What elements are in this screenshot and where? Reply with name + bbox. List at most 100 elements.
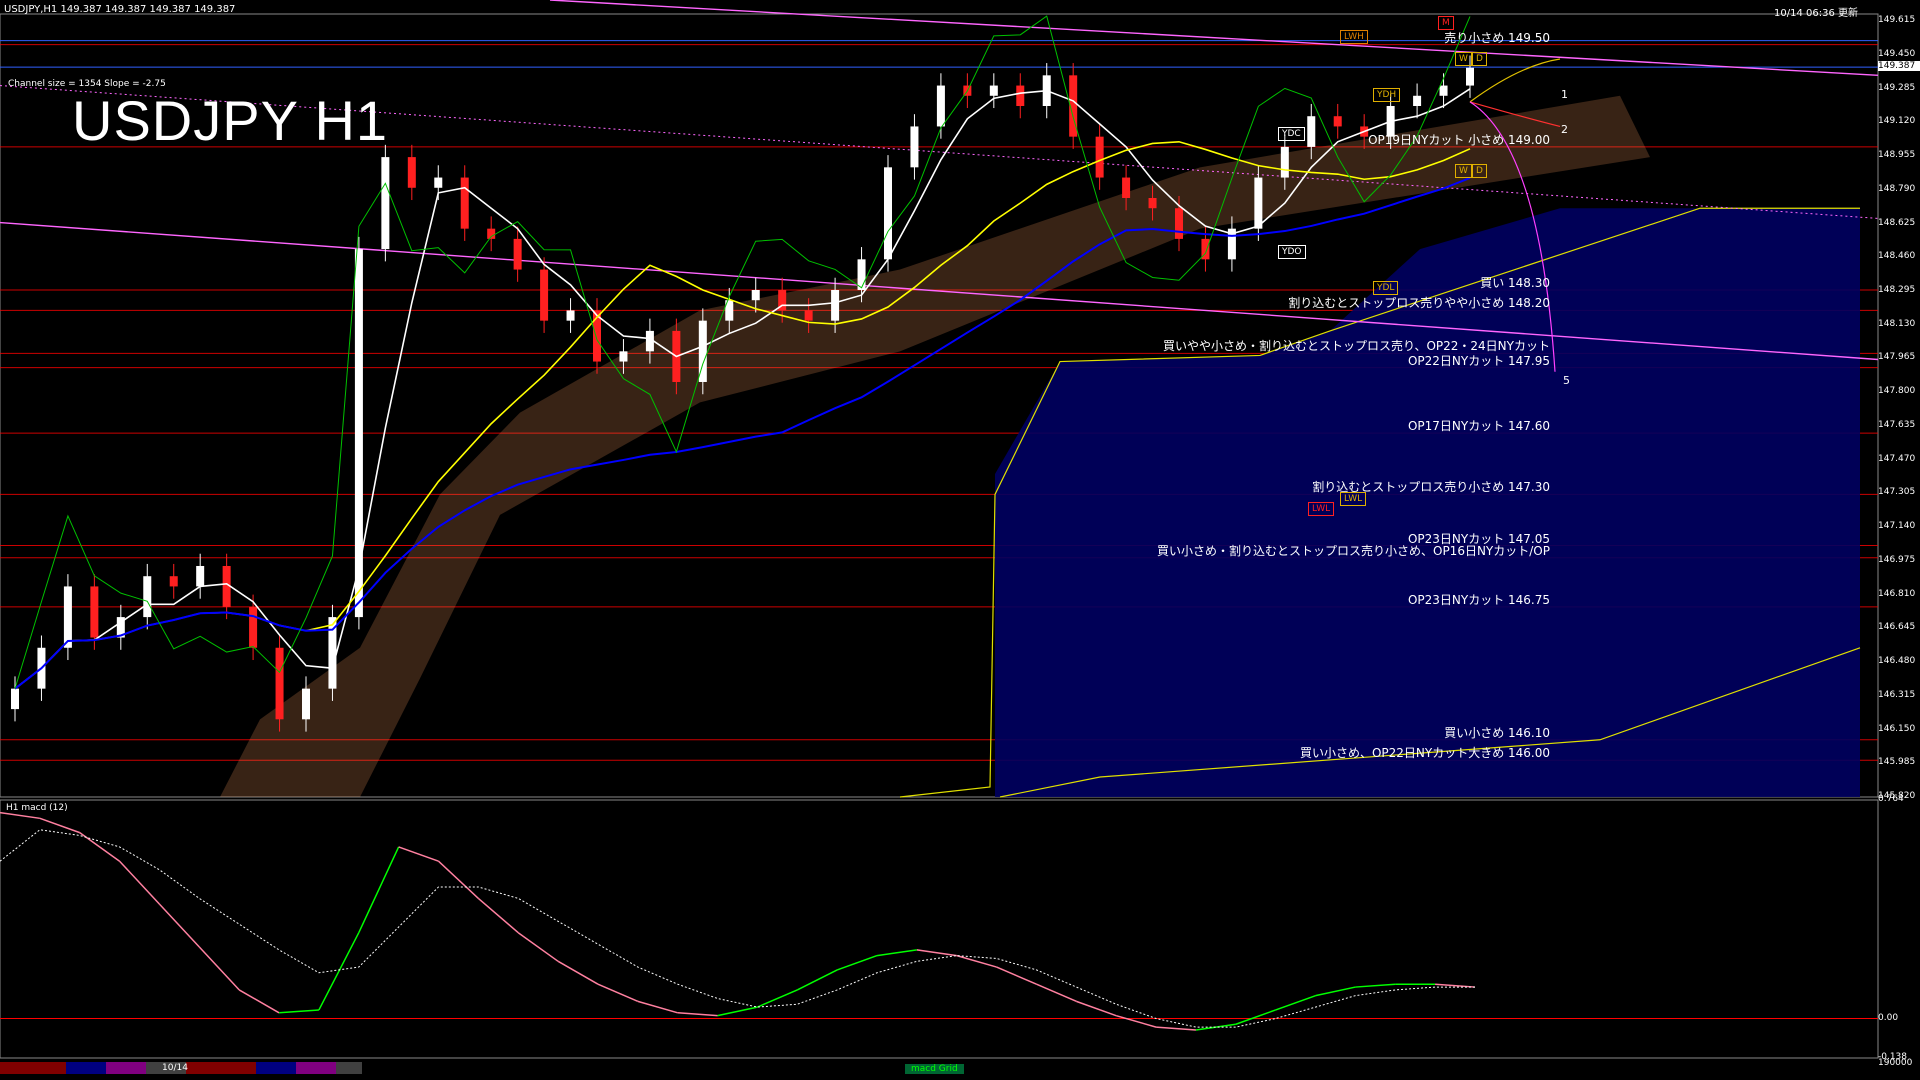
price-axis-label: 149.120 <box>1878 116 1916 127</box>
candle <box>434 177 443 188</box>
chart-tag: M <box>1438 16 1454 30</box>
level-annotation: 買い小さめ、OP22日NYカット大きめ 146.00 <box>1299 746 1550 761</box>
price-axis-label: 146.810 <box>1878 588 1916 599</box>
macd-segment <box>956 954 997 968</box>
price-axis-label: 147.140 <box>1878 521 1916 532</box>
candle <box>1413 95 1422 106</box>
price-axis-label: 147.305 <box>1878 487 1916 498</box>
macd-segment <box>1275 994 1316 1011</box>
current-price-label: 149.387 <box>1878 60 1920 71</box>
timestamp: 10/14 06:36 更新 <box>1774 8 1858 19</box>
projection-label: 1 <box>1561 88 1568 101</box>
candle <box>354 249 363 618</box>
price-axis-label: 146.315 <box>1878 689 1916 700</box>
level-annotation: OP19日NYカット 小さめ 149.00 <box>1368 132 1550 147</box>
macd-axis-label: 0.764 <box>1878 794 1904 804</box>
chart-tag: YDL <box>1373 281 1399 295</box>
price-axis-label: 148.460 <box>1878 251 1916 262</box>
price-axis-label: 147.470 <box>1878 453 1916 464</box>
price-axis-label: 146.645 <box>1878 622 1916 633</box>
level-annotation: 買い 148.30 <box>1480 275 1550 290</box>
price-axis-label: 148.295 <box>1878 285 1916 295</box>
candle <box>381 157 390 250</box>
price-axis-label: 146.150 <box>1878 723 1916 734</box>
candle <box>989 85 998 96</box>
macd-segment <box>158 903 200 948</box>
candle <box>1122 177 1131 198</box>
macd-segment <box>836 954 878 971</box>
price-axis-label: 147.635 <box>1878 419 1916 430</box>
chart-tag: YDH <box>1373 88 1401 102</box>
macd-segment <box>876 949 917 957</box>
macd-segment <box>1355 983 1396 988</box>
candle <box>63 586 72 648</box>
level-annotation: OP23日NYカット 146.75 <box>1407 592 1550 607</box>
chart-tag: W <box>1455 52 1472 66</box>
price-chart <box>0 0 1879 1059</box>
macd-label: H1 macd (12) <box>6 803 68 813</box>
chart-tag: LWL <box>1340 492 1367 506</box>
macd-segment <box>916 949 957 957</box>
candle <box>196 565 205 587</box>
macd-segment <box>1156 1026 1196 1031</box>
level-annotation: 売り小さめ 149.50 <box>1444 30 1550 45</box>
macd-segment <box>597 983 639 1003</box>
candle <box>1254 177 1263 229</box>
chart-tag: LWL <box>1308 502 1335 516</box>
level-annotation: OP22日NYカット 147.95 <box>1407 353 1550 368</box>
candle <box>910 126 919 168</box>
candle <box>936 85 945 127</box>
candle <box>1175 208 1183 239</box>
macd-segment <box>1076 1000 1117 1017</box>
price-axis-label: 149.450 <box>1878 48 1916 59</box>
macd-segment <box>279 1009 319 1014</box>
candle <box>1280 146 1289 178</box>
macd-segment <box>717 1006 758 1017</box>
candle <box>513 238 522 270</box>
candle <box>1095 136 1104 178</box>
chart-window: USDJPY,H1 149.387 149.387 149.387 149.38… <box>0 0 1920 1080</box>
price-axis-label: 148.625 <box>1878 217 1916 228</box>
macd-segment <box>796 969 838 991</box>
macd-axis-label: 190000 <box>1878 1058 1913 1068</box>
chart-title: USDJPY H1 <box>72 89 389 152</box>
candle <box>566 310 575 321</box>
chart-tag: D <box>1472 164 1487 178</box>
macd-panel-frame <box>0 799 1879 1059</box>
macd-segment <box>438 860 479 899</box>
candle <box>275 647 284 720</box>
candle <box>143 576 152 618</box>
price-axis-label: 149.285 <box>1878 82 1916 93</box>
candle <box>11 688 19 710</box>
date-label: 10/14 <box>162 1063 188 1073</box>
macd-axis-label: 0.00 <box>1878 1012 1899 1023</box>
chart-tag: LWH <box>1340 30 1368 44</box>
macd-segment <box>517 932 559 962</box>
macd-segment <box>358 846 400 934</box>
macd-segment <box>637 1000 678 1014</box>
price-axis-label: 148.130 <box>1878 318 1916 329</box>
macd-segment <box>0 811 40 820</box>
candle <box>1016 85 1025 106</box>
channel-top <box>549 0 1879 77</box>
candle <box>804 310 813 321</box>
price-axis-label: 147.800 <box>1878 386 1916 397</box>
price-axis-label: 148.955 <box>1878 150 1916 161</box>
macd-segment <box>119 860 161 905</box>
price-axis-label: 148.790 <box>1878 183 1916 194</box>
level-annotation: OP17日NYカット 147.60 <box>1407 419 1550 434</box>
macd-grid-tab[interactable]: macd Grid <box>905 1064 964 1074</box>
candle <box>884 167 892 260</box>
macd-segment <box>1036 983 1077 1003</box>
candle <box>249 606 258 648</box>
candle <box>460 177 469 229</box>
candle <box>1439 85 1448 96</box>
macd-segment <box>1235 1009 1276 1025</box>
macd-segment <box>557 960 599 985</box>
candle <box>169 576 178 587</box>
candle <box>90 586 99 638</box>
price-axis-label: 146.480 <box>1878 656 1916 667</box>
macd-segment <box>677 1012 718 1017</box>
macd-segment <box>238 989 280 1014</box>
chart-tag: YDC <box>1278 127 1305 141</box>
